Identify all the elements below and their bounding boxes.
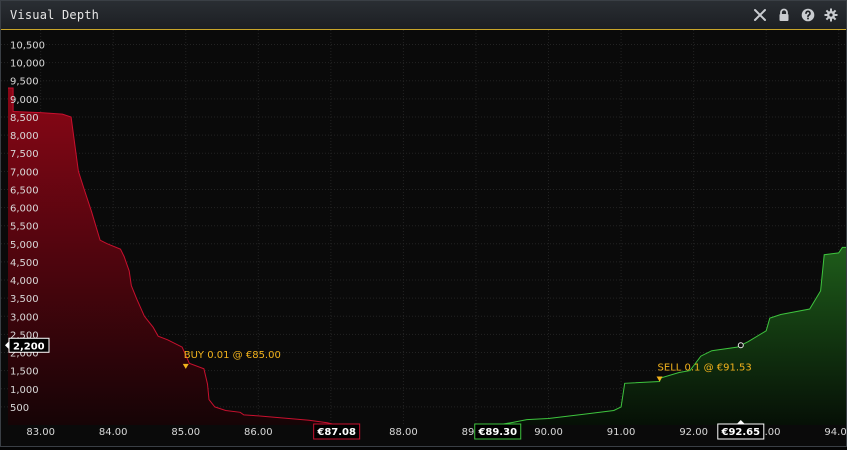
order-annotation: SELL 0.1 @ €91.53 xyxy=(658,363,752,374)
y-tick-label: 9,000 xyxy=(10,95,39,106)
y-tick-label: 7,500 xyxy=(10,149,39,160)
title-bar[interactable]: Visual Depth xyxy=(1,1,846,30)
x-tick-label: 94.00 xyxy=(824,427,846,438)
help-icon[interactable] xyxy=(801,8,815,22)
y-tick-label: 500 xyxy=(10,403,29,414)
asks-depth-area xyxy=(497,247,846,425)
gear-icon[interactable] xyxy=(824,8,838,22)
y-tick-label: 7,000 xyxy=(10,167,39,178)
y-tick-label: 8,000 xyxy=(10,131,39,142)
y-tick-label: 4,500 xyxy=(10,258,39,269)
x-tick-label: 91.00 xyxy=(607,427,636,438)
y-tick-label: 3,000 xyxy=(10,312,39,323)
window-title: Visual Depth xyxy=(10,8,100,22)
depth-chart-area[interactable]: 500 1,000 1,500 2,000 2,500 3,000 3,500 4,000 4,… xyxy=(1,30,847,446)
best-bid-label: €87.08 xyxy=(316,427,356,438)
x-tick-label: 86.00 xyxy=(244,427,273,438)
order-annotation: BUY 0.01 @ €85.00 xyxy=(184,350,281,361)
best-ask-label: €89.30 xyxy=(477,427,517,438)
y-tick-label: 6,000 xyxy=(10,204,39,215)
bids-depth-area xyxy=(8,88,337,425)
x-tick-label: 90.00 xyxy=(534,427,563,438)
cursor-point xyxy=(737,342,744,349)
y-tick-label: 1,500 xyxy=(10,367,39,378)
cursor-price-label: €92.65 xyxy=(720,427,760,438)
y-tick-label: 9,500 xyxy=(10,77,39,88)
x-tick-label: 84.00 xyxy=(99,427,128,438)
x-tick-label: 92.00 xyxy=(679,427,708,438)
y-tick-label: 10,500 xyxy=(10,40,45,51)
lock-icon[interactable] xyxy=(777,8,791,22)
y-tick-label: 5,500 xyxy=(10,222,39,233)
y-tick-label: 1,000 xyxy=(10,385,39,396)
y-tick-label: 8,500 xyxy=(10,113,39,124)
y-tick-label: 6,500 xyxy=(10,185,39,196)
depth-chart[interactable]: 5001,0001,5002,0002,5003,0003,5004,0004,… xyxy=(1,30,847,446)
x-tick-label: 88.00 xyxy=(389,427,418,438)
visual-depth-window: Visual Depth 500 1,000 1,500 2,000 2,500… xyxy=(0,0,847,447)
x-tick-label: 85.00 xyxy=(171,427,200,438)
y-tick-label: 4,000 xyxy=(10,276,39,287)
y-tick-label: 10,000 xyxy=(10,59,45,70)
cursor-volume-label: 2,200 xyxy=(13,341,45,352)
y-tick-label: 5,000 xyxy=(10,240,39,251)
close-icon[interactable] xyxy=(753,8,767,22)
y-tick-label: 3,500 xyxy=(10,294,39,305)
x-tick-label: 83.00 xyxy=(26,427,55,438)
cursor-volume-notch xyxy=(5,341,9,350)
